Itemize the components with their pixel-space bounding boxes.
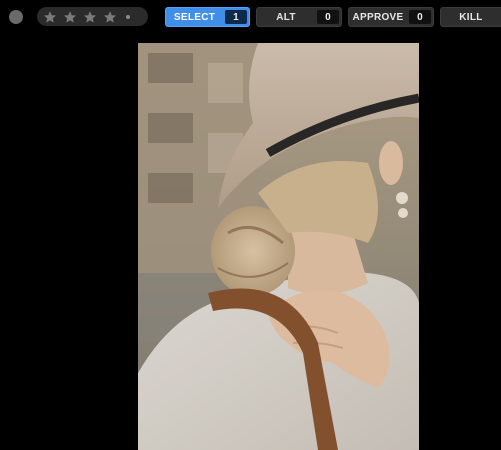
- alt-count: 0: [317, 10, 339, 24]
- circle-status-icon[interactable]: [9, 10, 23, 24]
- clear-rating-dot-icon[interactable]: [126, 14, 130, 19]
- image-viewer: [0, 34, 501, 450]
- star-icon[interactable]: [43, 10, 57, 24]
- alt-label: ALT: [276, 11, 296, 23]
- star-icon[interactable]: [83, 10, 97, 24]
- kill-label: KILL: [459, 11, 483, 23]
- approve-count: 0: [409, 10, 431, 24]
- approve-button[interactable]: APPROVE 0: [348, 7, 434, 27]
- select-label: SELECT: [173, 11, 216, 23]
- approve-label: APPROVE: [352, 11, 404, 23]
- toolbar: SELECT 1 ALT 0 APPROVE 0 KILL: [0, 0, 501, 34]
- select-count: 1: [225, 10, 247, 24]
- star-rating[interactable]: [37, 7, 148, 26]
- star-icon[interactable]: [103, 10, 117, 24]
- select-button[interactable]: SELECT 1: [165, 7, 250, 27]
- star-icon[interactable]: [63, 10, 77, 24]
- kill-button[interactable]: KILL: [440, 7, 501, 27]
- photo-preview[interactable]: [138, 43, 419, 450]
- alt-button[interactable]: ALT 0: [256, 7, 342, 27]
